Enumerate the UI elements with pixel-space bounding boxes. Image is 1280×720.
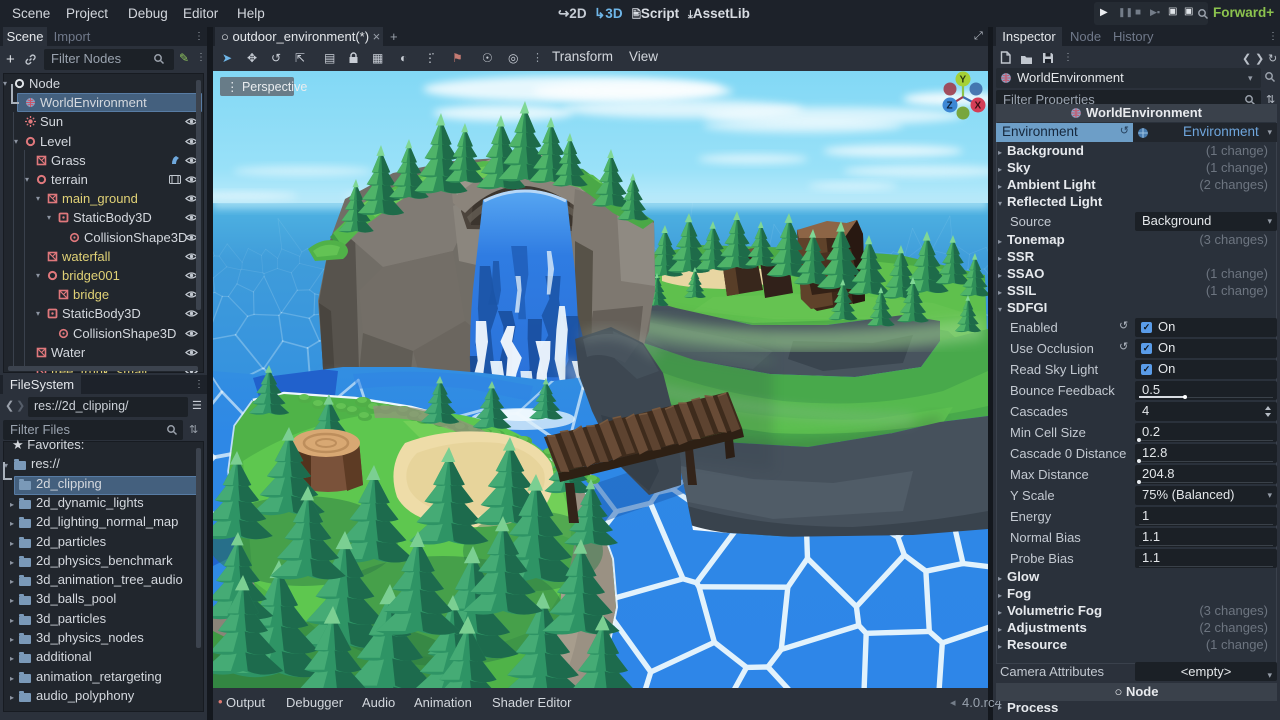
svg-text:Z: Z [947, 101, 953, 112]
svg-text:X: X [975, 101, 982, 112]
svg-text:Y: Y [960, 75, 967, 86]
svg-text:⋮ Perspective: ⋮ Perspective [226, 80, 307, 94]
